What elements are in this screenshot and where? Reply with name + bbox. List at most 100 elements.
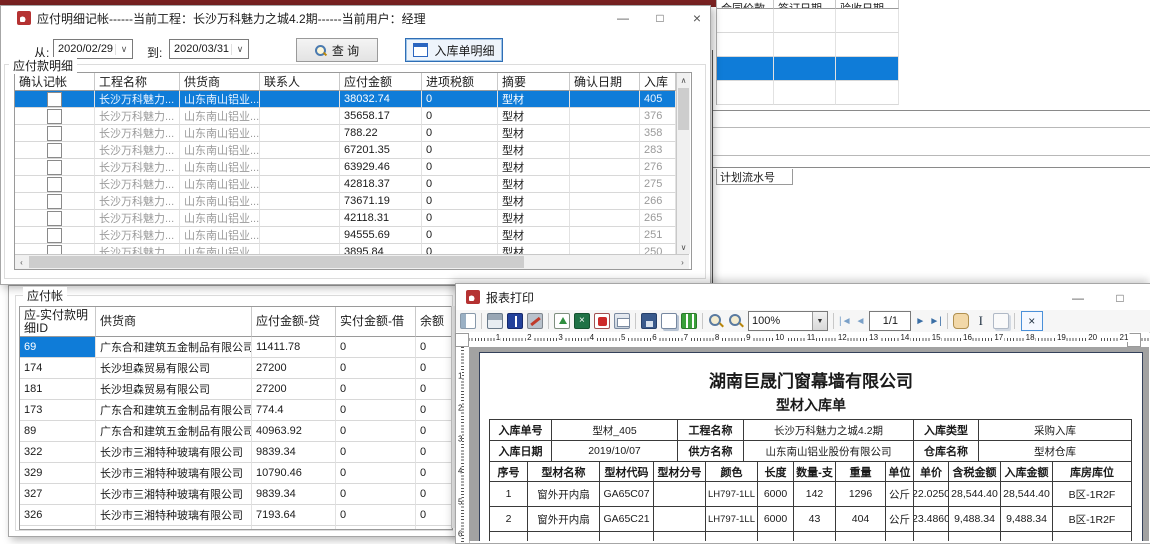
query-button[interactable]: 查 询 <box>296 38 378 62</box>
export-pdf-icon[interactable] <box>594 313 610 329</box>
confirm-checkbox[interactable] <box>47 177 62 192</box>
close-button[interactable]: × <box>683 8 711 28</box>
column-header[interactable]: 应付金额-贷 <box>252 307 336 337</box>
close-preview-icon[interactable]: × <box>1021 311 1043 331</box>
account-row[interactable]: 327长沙市三湘特种玻璃有限公司9839.3400 <box>20 484 452 505</box>
payable-row[interactable]: 长沙万科魅力...山东南山铝业...42118.310型材265 <box>15 210 676 227</box>
multi-page-icon[interactable] <box>681 313 697 329</box>
column-header[interactable]: 联系人 <box>260 73 340 91</box>
account-row[interactable]: 长沙市三湘特种玻璃有限公司 <box>20 526 452 530</box>
payable-detail-titlebar[interactable]: 应付明细记帐------当前工程：长沙万科魅力之城4.2期------当前用户：… <box>1 6 710 30</box>
confirm-checkbox[interactable] <box>47 194 62 209</box>
account-row[interactable]: 326长沙市三湘特种玻璃有限公司7193.6400 <box>20 505 452 526</box>
chevron-down-icon[interactable]: ∨ <box>115 44 132 55</box>
zoom-dropdown-icon[interactable]: ▼ <box>812 312 827 330</box>
confirm-checkbox[interactable] <box>47 143 62 158</box>
print-icon[interactable] <box>487 313 503 329</box>
column-header[interactable]: 工程名称 <box>95 73 180 91</box>
column-header[interactable]: 实付金额-借 <box>336 307 416 337</box>
column-header[interactable]: 确认日期 <box>570 73 640 91</box>
account-row[interactable]: 329长沙市三湘特种玻璃有限公司10790.4600 <box>20 463 452 484</box>
ruler-number: 15 <box>931 333 942 342</box>
to-date-combo[interactable]: 2020/03/31 ∨ <box>169 39 249 59</box>
maximize-button[interactable]: □ <box>646 8 674 28</box>
contract-row-selected[interactable] <box>717 57 899 81</box>
report-minimize-button[interactable]: — <box>1064 288 1092 308</box>
column-header[interactable]: 应-实付款明细ID <box>20 307 96 337</box>
minimize-button[interactable]: — <box>609 8 637 28</box>
hscroll-thumb[interactable] <box>29 256 524 268</box>
column-header[interactable]: 余额 <box>416 307 452 337</box>
payable-row[interactable]: 长沙万科魅力...山东南山铝业...42818.370型材275 <box>15 176 676 193</box>
receipt-detail-button[interactable]: 入库单明细 <box>405 38 503 62</box>
zoom-combo[interactable]: 100% ▼ <box>748 311 828 331</box>
payable-row[interactable]: 长沙万科魅力...山东南山铝业...63929.460型材276 <box>15 159 676 176</box>
confirm-checkbox[interactable] <box>47 228 62 243</box>
confirm-checkbox[interactable] <box>47 126 62 141</box>
confirm-checkbox[interactable] <box>47 160 62 175</box>
column-header[interactable]: 确认记帐 <box>15 73 95 91</box>
vscroll-thumb[interactable] <box>678 88 689 130</box>
report-titlebar[interactable]: 报表打印 — □ × <box>456 284 1150 310</box>
account-row[interactable]: 322长沙市三湘特种玻璃有限公司9839.3400 <box>20 442 452 463</box>
grid-hscrollbar[interactable]: ‹ › <box>15 254 689 269</box>
confirm-checkbox[interactable] <box>47 211 62 226</box>
next-page-icon[interactable]: ► <box>915 316 925 327</box>
export-excel-icon[interactable] <box>574 313 590 329</box>
print-setup-icon[interactable] <box>527 313 543 329</box>
payable-account-window[interactable]: 应付帐 应-实付款明细ID供货商应付金额-贷实付金额-借余额 69广东合和建筑五… <box>8 285 460 537</box>
page-layout-icon[interactable] <box>661 313 677 329</box>
payable-row[interactable]: 长沙万科魅力...山东南山铝业...35658.170型材376 <box>15 108 676 125</box>
scroll-down-icon[interactable]: ∨ <box>677 240 690 254</box>
from-date-combo[interactable]: 2020/02/29 ∨ <box>53 39 133 59</box>
report-close-button[interactable]: × <box>1142 288 1150 308</box>
chevron-down-icon[interactable]: ∨ <box>231 44 248 55</box>
save-icon[interactable] <box>641 313 657 329</box>
grid-vscrollbar[interactable]: ∧ ∨ <box>676 73 690 254</box>
contract-row[interactable] <box>717 81 899 105</box>
account-row[interactable]: 174长沙坦森贸易有限公司2720000 <box>20 358 452 379</box>
scroll-right-icon[interactable]: › <box>676 255 689 269</box>
payable-row[interactable]: 长沙万科魅力...山东南山铝业...67201.350型材283 <box>15 142 676 159</box>
contract-row[interactable] <box>717 9 899 33</box>
column-header[interactable]: 进项税额 <box>422 73 498 91</box>
column-header[interactable]: 供货商 <box>96 307 252 337</box>
book-icon[interactable] <box>507 313 523 329</box>
report-maximize-button[interactable]: □ <box>1106 288 1134 308</box>
panel-toggle-icon[interactable] <box>460 313 476 329</box>
account-row[interactable]: 181长沙坦森贸易有限公司2720000 <box>20 379 452 400</box>
scroll-up-icon[interactable]: ∧ <box>677 73 690 87</box>
payable-row[interactable]: 长沙万科魅力...山东南山铝业...3895.840型材250 <box>15 244 676 254</box>
prev-page-icon[interactable]: ◄ <box>856 316 866 327</box>
scroll-left-icon[interactable]: ‹ <box>15 255 28 269</box>
column-header[interactable]: 供货商 <box>180 73 260 91</box>
first-page-icon[interactable]: |◄ <box>839 316 852 327</box>
payable-row[interactable]: 长沙万科魅力...山东南山铝业...94555.690型材251 <box>15 227 676 244</box>
column-header[interactable]: 摘要 <box>498 73 570 91</box>
payable-row[interactable]: 长沙万科魅力...山东南山铝业...788.220型材358 <box>15 125 676 142</box>
confirm-checkbox[interactable] <box>47 245 62 255</box>
payable-detail-window[interactable]: 应付明细记帐------当前工程：长沙万科魅力之城4.2期------当前用户：… <box>0 5 711 285</box>
page-number-box[interactable]: 1/1 <box>869 311 911 331</box>
preview-area[interactable]: 湖南巨晟门窗幕墙有限公司 型材入库单 入库单号 型材_405 工程名称 长沙万科… <box>469 347 1149 541</box>
copy-page-icon[interactable] <box>993 313 1009 329</box>
report-print-window[interactable]: 报表打印 — □ × 100% ▼ |◄ ◄ 1/1 ► ►| I <box>455 283 1150 544</box>
column-header[interactable]: 入库 <box>640 73 676 91</box>
confirm-checkbox[interactable] <box>47 109 62 124</box>
contract-row[interactable] <box>717 33 899 57</box>
zoom-out-icon[interactable] <box>728 313 744 329</box>
account-row[interactable]: 89广东合和建筑五金制品有限公司40963.9200 <box>20 421 452 442</box>
payable-row[interactable]: 长沙万科魅力...山东南山铝业...38032.740型材405 <box>15 91 676 108</box>
account-row[interactable]: 69广东合和建筑五金制品有限公司11411.7800 <box>20 337 452 358</box>
report-cell <box>1053 532 1132 541</box>
confirm-checkbox[interactable] <box>47 92 62 107</box>
email-icon[interactable] <box>614 313 630 329</box>
payable-row[interactable]: 长沙万科魅力...山东南山铝业...73671.190型材266 <box>15 193 676 210</box>
zoom-in-icon[interactable] <box>708 313 724 329</box>
hand-tool-icon[interactable] <box>953 313 969 329</box>
last-page-icon[interactable]: ►| <box>929 316 942 327</box>
export-icon[interactable] <box>554 313 570 329</box>
column-header[interactable]: 应付金额 <box>340 73 422 91</box>
account-row[interactable]: 173广东合和建筑五金制品有限公司774.400 <box>20 400 452 421</box>
text-select-icon[interactable]: I <box>973 313 989 329</box>
